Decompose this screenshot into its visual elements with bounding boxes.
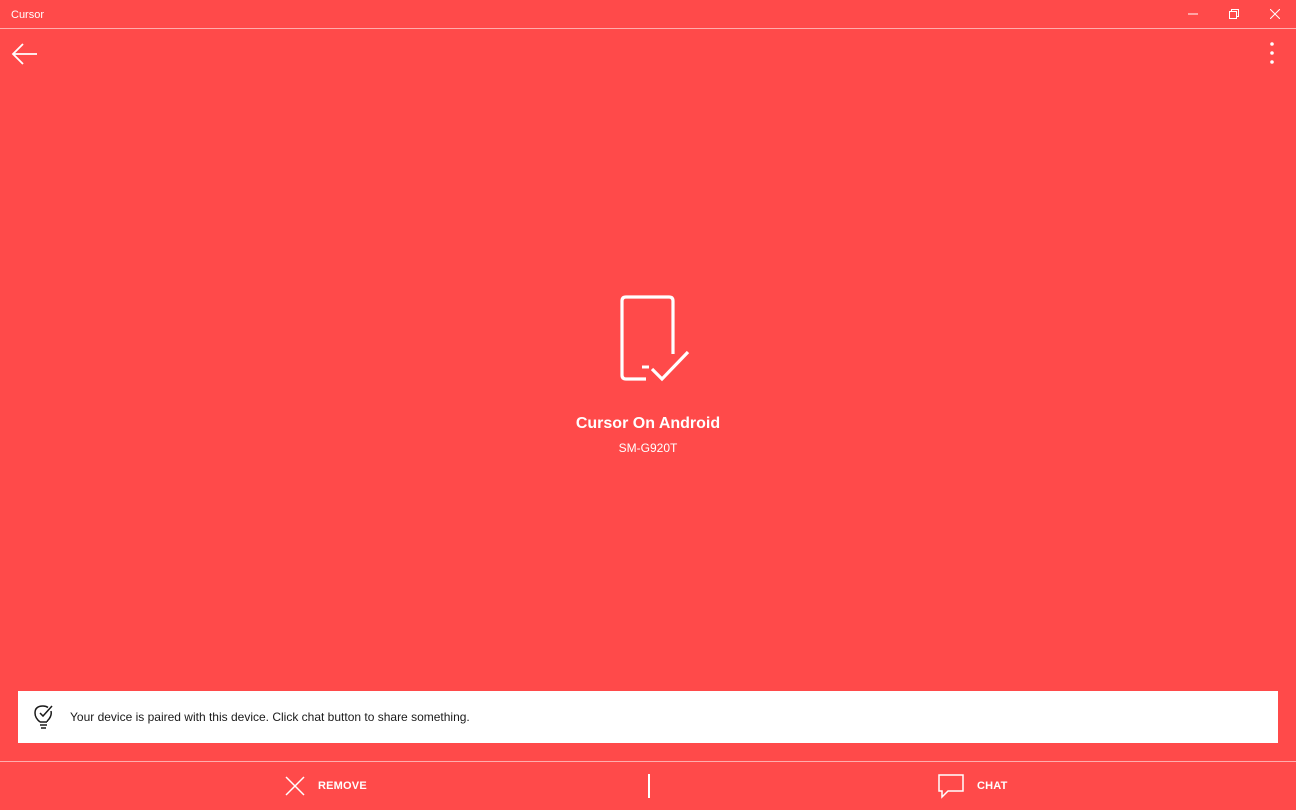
chat-label: CHAT [977,780,1008,792]
more-vertical-icon [1270,42,1274,64]
close-icon [1270,9,1280,19]
back-arrow-icon [11,43,37,65]
back-button[interactable] [10,40,40,68]
app-window: Cursor Cursor On Android SM-G920T Your d… [0,0,1296,810]
restore-icon [1229,9,1239,19]
phone-check-icon [620,295,690,382]
device-model: SM-G920T [618,441,678,455]
command-divider [648,774,650,798]
window-title: Cursor [11,9,45,21]
chat-button[interactable]: CHAT [937,772,1008,800]
info-banner: Your device is paired with this device. … [18,691,1278,743]
lightbulb-check-icon [34,705,53,729]
remove-button[interactable]: REMOVE [284,772,367,800]
command-bar: REMOVE CHAT [0,761,1296,810]
chat-bubble-icon [938,774,964,799]
device-name: Cursor On Android [575,415,721,432]
close-button[interactable] [1255,0,1295,28]
title-bar: Cursor [0,0,1296,29]
more-options-button[interactable] [1262,40,1282,68]
minimize-button[interactable] [1173,0,1213,28]
minimize-icon [1188,13,1198,15]
info-message: Your device is paired with this device. … [70,710,470,724]
remove-label: REMOVE [318,780,367,792]
restore-button[interactable] [1214,0,1254,28]
close-x-icon [285,776,305,796]
